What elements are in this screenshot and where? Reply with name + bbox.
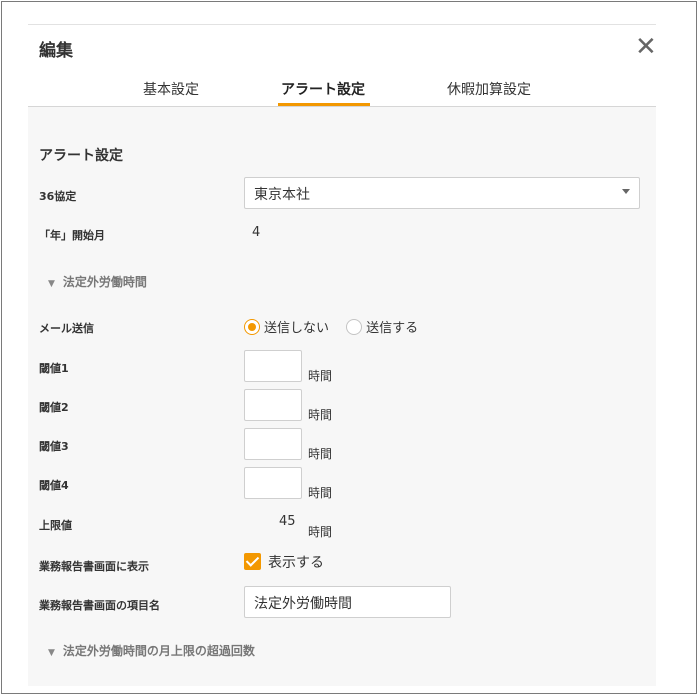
threshold-1-input[interactable] bbox=[244, 350, 302, 382]
monthly-section-toggle[interactable]: ▼ 法定外労働時間の月上限の超過回数 bbox=[48, 642, 255, 659]
radio-send[interactable]: 送信する bbox=[346, 316, 418, 336]
threshold-4-label: 閾値4 bbox=[39, 479, 69, 492]
radio-no-send[interactable]: 送信しない bbox=[244, 316, 329, 336]
tab-leave-settings[interactable]: 休暇加算設定 bbox=[447, 79, 531, 99]
year-start-value: 4 bbox=[252, 225, 261, 240]
threshold-3-label: 閾値3 bbox=[39, 440, 69, 453]
threshold-3-unit: 時間 bbox=[308, 447, 333, 461]
overtime-section-toggle[interactable]: ▼ 法定外労働時間 bbox=[48, 273, 147, 290]
agreement-select[interactable]: 東京本社 bbox=[244, 177, 640, 209]
radio-unselected-icon bbox=[346, 318, 363, 335]
threshold-1-label: 閾値1 bbox=[39, 362, 69, 375]
threshold-2-unit: 時間 bbox=[308, 408, 333, 422]
item-name-input[interactable]: 法定外労働時間 bbox=[244, 586, 451, 618]
display-checkbox[interactable] bbox=[244, 553, 261, 570]
tab-bar: 基本設定 アラート設定 休暇加算設定 bbox=[28, 68, 656, 107]
dialog-header: 編集 ✕ bbox=[28, 24, 657, 69]
year-start-label: 「年」開始月 bbox=[39, 229, 105, 242]
limit-value: 45 bbox=[279, 514, 296, 529]
active-tab-indicator bbox=[278, 103, 370, 106]
threshold-4-input[interactable] bbox=[244, 467, 302, 499]
section-title: アラート設定 bbox=[39, 148, 123, 164]
tab-basic-settings[interactable]: 基本設定 bbox=[143, 79, 199, 99]
caret-down-icon: ▼ bbox=[48, 279, 55, 289]
threshold-2-label: 閾値2 bbox=[39, 401, 69, 414]
display-checkbox-label[interactable]: 表示する bbox=[268, 552, 324, 572]
dialog-title: 編集 bbox=[39, 41, 73, 61]
mail-label: メール送信 bbox=[39, 322, 94, 335]
display-label: 業務報告書画面に表示 bbox=[39, 560, 149, 573]
agreement-select-value: 東京本社 bbox=[254, 187, 310, 203]
threshold-1-unit: 時間 bbox=[308, 369, 333, 383]
agreement-label: 36協定 bbox=[39, 190, 77, 203]
radio-selected-icon bbox=[244, 318, 260, 335]
threshold-3-input[interactable] bbox=[244, 428, 302, 460]
mail-radio-group: 送信しない 送信する bbox=[244, 316, 418, 336]
threshold-2-input[interactable] bbox=[244, 389, 302, 421]
threshold-4-unit: 時間 bbox=[308, 486, 333, 500]
edit-dialog: 編集 ✕ 基本設定 アラート設定 休暇加算設定 アラート設定 36協定 東京本社… bbox=[28, 24, 657, 686]
close-icon[interactable]: ✕ bbox=[635, 34, 657, 60]
item-name-label: 業務報告書画面の項目名 bbox=[39, 599, 160, 612]
caret-down-icon: ▼ bbox=[48, 648, 55, 658]
limit-unit: 時間 bbox=[308, 525, 333, 539]
tab-alert-settings[interactable]: アラート設定 bbox=[281, 79, 365, 99]
limit-label: 上限値 bbox=[39, 519, 72, 532]
chevron-down-icon bbox=[622, 189, 630, 194]
alert-settings-panel: アラート設定 36協定 東京本社 「年」開始月 4 ▼ 法定外労働時間 メール送信… bbox=[28, 107, 656, 686]
monthly-section-title: 法定外労働時間の月上限の超過回数 bbox=[62, 644, 255, 658]
overtime-section-title: 法定外労働時間 bbox=[62, 275, 147, 289]
